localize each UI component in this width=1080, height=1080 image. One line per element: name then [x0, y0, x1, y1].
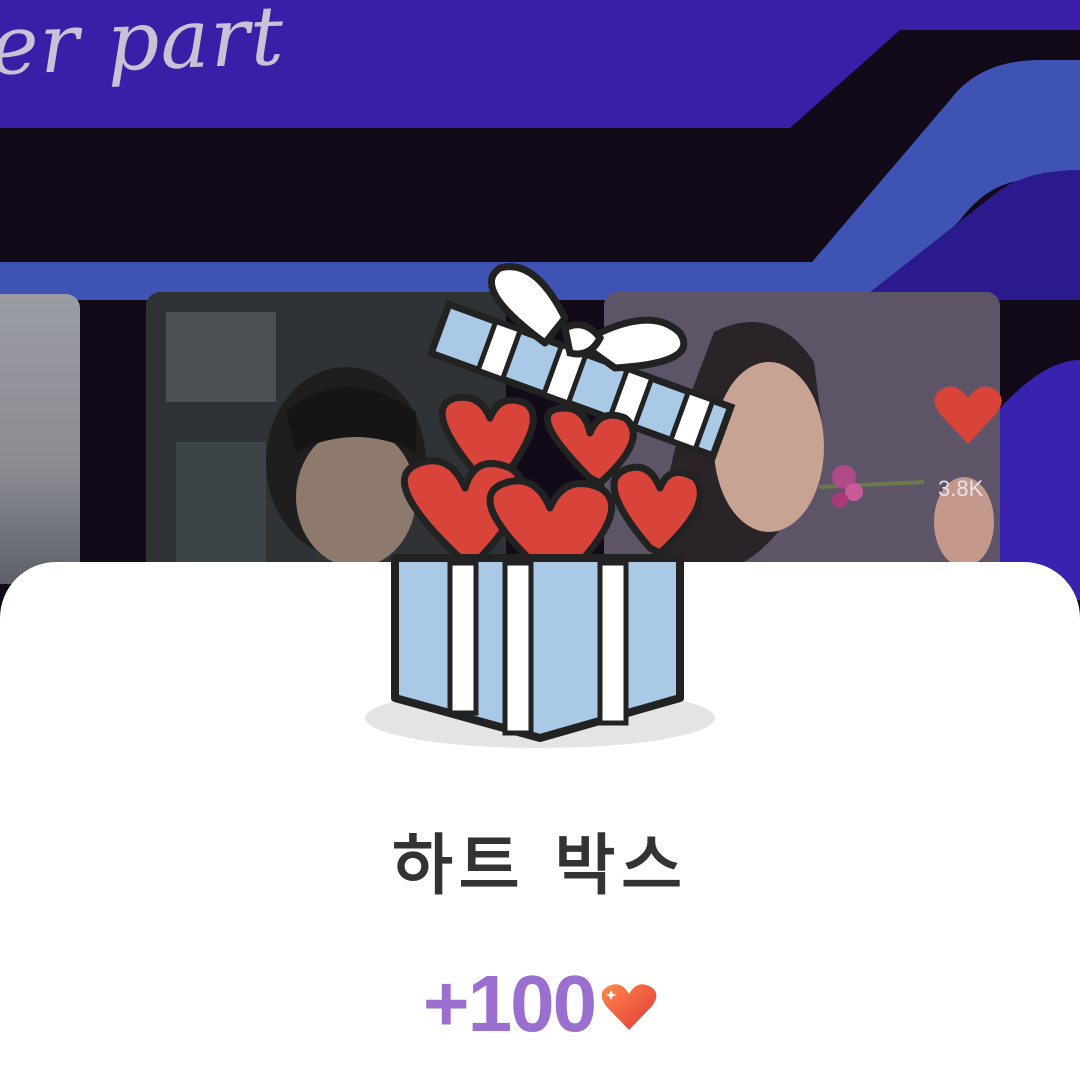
like-count: 3.8K [938, 476, 984, 501]
video-thumbnail[interactable] [0, 294, 80, 584]
popup-title: 하트 박스 [392, 827, 688, 904]
reward-amount-row: +100 [0, 958, 1080, 1050]
like-heart-icon[interactable] [934, 384, 1002, 446]
banner-title: er part [0, 0, 286, 95]
reward-amount: +100 [422, 959, 597, 1048]
heart-gift-box-icon [365, 263, 736, 748]
heart-icon [601, 984, 657, 1030]
